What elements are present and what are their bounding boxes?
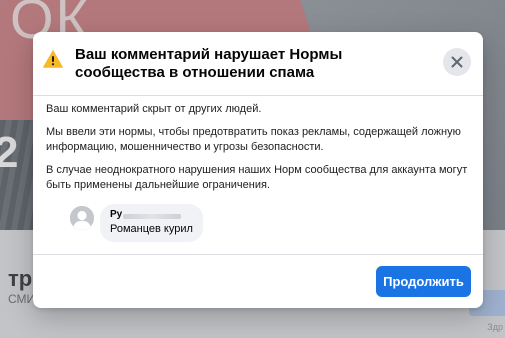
comment-author: Ру [110,209,193,221]
comment-bubble: Ру Романцев курил [100,204,203,242]
close-icon [451,56,463,68]
dialog-body: Ваш комментарий скрыт от других людей. М… [46,102,471,242]
default-avatar-icon [70,206,94,230]
hidden-notice-text: Ваш комментарий скрыт от других людей. [46,103,262,115]
close-button[interactable] [443,48,471,76]
policy-explanation-text: Мы ввели эти нормы, чтобы предотвратить … [46,126,461,153]
comment-text: Романцев курил [110,223,193,235]
avatar [70,206,94,230]
dialog-header: Ваш комментарий нарушает Нормы сообществ… [33,32,483,96]
repeat-violation-warning-text: В случае неоднократного нарушения наших … [46,164,468,191]
comment-author-name: Ру [110,209,123,220]
spam-violation-dialog: Ваш комментарий нарушает Нормы сообществ… [33,32,483,308]
continue-button[interactable]: Продолжить [376,266,471,297]
footer-divider [33,254,483,255]
background-note: Здр [487,322,503,332]
dialog-title: Ваш комментарий нарушает Нормы сообществ… [75,46,343,81]
banner-number: 2 [0,128,19,177]
warning-triangle-icon [43,50,63,68]
author-name-redaction [123,213,182,219]
